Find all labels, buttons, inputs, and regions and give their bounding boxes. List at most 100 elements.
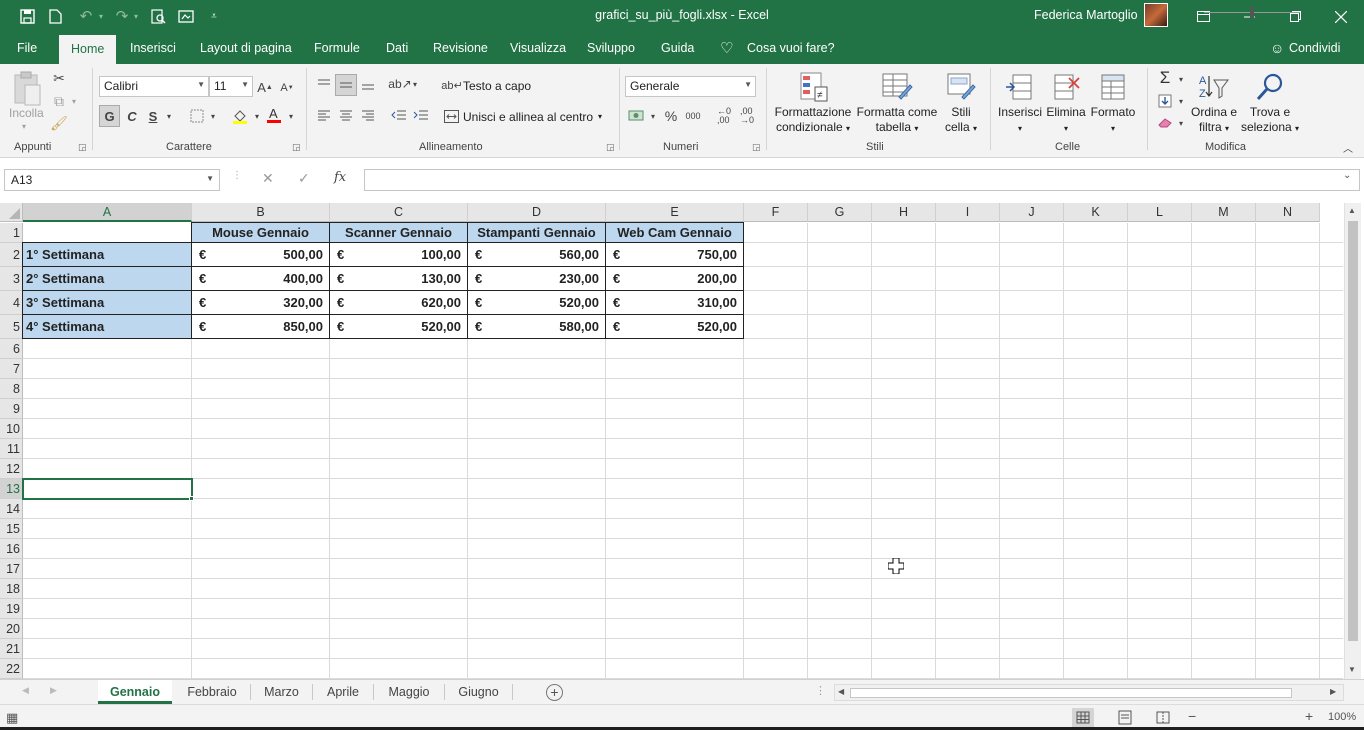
tab-splitter-icon[interactable]: ⋮ <box>815 684 826 697</box>
row-header-1[interactable]: 1 <box>0 223 23 243</box>
merge-dropdown-icon[interactable]: ▾ <box>598 112 602 121</box>
value-cell[interactable]: €560,00 <box>467 242 606 267</box>
wrap-text-button[interactable]: Testo a capo <box>463 79 531 93</box>
autosum-icon[interactable]: Σ <box>1155 68 1175 88</box>
accounting-dropdown-icon[interactable]: ▾ <box>648 106 658 126</box>
font-size-combo[interactable]: 11 ▼ <box>209 76 253 97</box>
week-label-cell[interactable]: 2° Settimana <box>22 266 192 291</box>
format-as-table-icon[interactable] <box>880 70 914 104</box>
zoom-in-button[interactable]: + <box>1305 708 1313 724</box>
insert-cells-icon[interactable] <box>1004 70 1034 104</box>
number-format-combo[interactable]: Generale ▼ <box>625 76 756 97</box>
paste-icon[interactable] <box>10 70 44 108</box>
row-header-14[interactable]: 14 <box>0 499 23 519</box>
decrease-decimal-icon[interactable]: ,00 →0 <box>736 106 758 126</box>
decrease-font-icon[interactable]: A ▼ <box>280 80 294 96</box>
row-header-4[interactable]: 4 <box>0 291 23 315</box>
row-header-10[interactable]: 10 <box>0 419 23 439</box>
more-options-icon[interactable]: ⋮ <box>232 170 242 181</box>
row-header-11[interactable]: 11 <box>0 439 23 459</box>
tab-developer[interactable]: Sviluppo <box>587 33 635 64</box>
sheet-tab-gennaio[interactable]: Gennaio <box>98 680 172 704</box>
row-header-2[interactable]: 2 <box>0 243 23 267</box>
sheet-tab-febbraio[interactable]: Febbraio <box>174 680 250 704</box>
column-header-a[interactable]: A <box>23 203 192 222</box>
format-cells-icon[interactable] <box>1098 70 1128 104</box>
cell-styles-button[interactable]: Stili cella ▾ <box>940 105 982 136</box>
wrap-text-icon[interactable]: ab↵ <box>441 77 462 93</box>
find-select-icon[interactable] <box>1254 70 1286 104</box>
vertical-scroll-thumb[interactable] <box>1348 221 1358 641</box>
value-cell[interactable]: €320,00 <box>191 290 330 315</box>
vertical-scrollbar[interactable]: ▲ ▼ <box>1344 203 1361 679</box>
row-header-7[interactable]: 7 <box>0 359 23 379</box>
conditional-formatting-icon[interactable]: ≠ <box>798 70 830 104</box>
value-cell[interactable]: €520,00 <box>605 314 744 339</box>
column-header-f[interactable]: F <box>744 203 808 222</box>
value-cell[interactable]: €230,00 <box>467 266 606 291</box>
delete-cells-button[interactable]: Elimina ▾ <box>1044 105 1088 136</box>
column-header-l[interactable]: L <box>1128 203 1192 222</box>
align-center-icon[interactable] <box>336 106 356 126</box>
value-cell[interactable]: €500,00 <box>191 242 330 267</box>
column-header-c[interactable]: C <box>330 203 468 222</box>
paste-button[interactable]: Incolla <box>9 106 44 120</box>
row-header-19[interactable]: 19 <box>0 599 23 619</box>
scroll-left-icon[interactable]: ◀ <box>838 687 844 696</box>
merge-center-button[interactable]: Unisci e allinea al centro <box>463 110 593 124</box>
sort-filter-button[interactable]: Ordina e filtra ▾ <box>1188 105 1240 136</box>
table-header-cell[interactable]: Stampanti Gennaio <box>467 222 606 243</box>
column-header-j[interactable]: J <box>1000 203 1064 222</box>
font-name-combo[interactable]: Calibri ▼ <box>99 76 209 97</box>
tab-review[interactable]: Revisione <box>433 33 488 64</box>
avatar[interactable] <box>1144 3 1168 27</box>
merge-center-icon[interactable] <box>443 108 459 124</box>
align-left-icon[interactable] <box>314 106 334 126</box>
column-header-i[interactable]: I <box>936 203 1000 222</box>
tell-me-search[interactable]: Cosa vuoi fare? <box>747 33 835 64</box>
column-header-h[interactable]: H <box>872 203 936 222</box>
row-header-3[interactable]: 3 <box>0 267 23 291</box>
share-button[interactable]: Condividi <box>1289 33 1340 64</box>
horizontal-scrollbar[interactable]: ◀ ▶ <box>834 684 1344 701</box>
increase-decimal-icon[interactable]: ←0,00 <box>713 106 735 126</box>
value-cell[interactable]: €520,00 <box>329 314 468 339</box>
tab-help[interactable]: Guida <box>661 33 694 64</box>
row-header-5[interactable]: 5 <box>0 315 23 339</box>
insert-cells-button[interactable]: Inserisci ▾ <box>996 105 1044 136</box>
week-label-cell[interactable]: 3° Settimana <box>22 290 192 315</box>
fill-color-icon[interactable] <box>230 106 250 126</box>
zoom-out-button[interactable]: − <box>1188 708 1196 724</box>
value-cell[interactable]: €130,00 <box>329 266 468 291</box>
value-cell[interactable]: €100,00 <box>329 242 468 267</box>
row-header-15[interactable]: 15 <box>0 519 23 539</box>
table-header-cell[interactable]: Mouse Gennaio <box>191 222 330 243</box>
tab-file[interactable]: File <box>17 33 37 64</box>
find-select-button[interactable]: Trova e seleziona ▾ <box>1240 105 1300 136</box>
row-header-18[interactable]: 18 <box>0 579 23 599</box>
cut-icon[interactable]: ✂ <box>50 70 68 86</box>
scroll-down-icon[interactable]: ▼ <box>1348 665 1356 674</box>
horizontal-scroll-thumb[interactable] <box>850 688 1292 698</box>
collapse-ribbon-icon[interactable]: ︿ <box>1340 140 1356 155</box>
cancel-entry-icon[interactable]: ✕ <box>262 170 274 187</box>
accounting-format-icon[interactable] <box>627 106 647 126</box>
delete-cells-icon[interactable] <box>1052 70 1082 104</box>
thousands-separator-button[interactable]: 000 <box>683 106 703 126</box>
week-label-cell[interactable]: 4° Settimana <box>22 314 192 339</box>
add-sheet-button[interactable]: + <box>546 684 563 701</box>
ribbon-display-options-icon[interactable] <box>1180 0 1226 33</box>
fill-color-dropdown-icon[interactable]: ▾ <box>251 106 263 126</box>
value-cell[interactable]: €520,00 <box>467 290 606 315</box>
tab-insert[interactable]: Inserisci <box>130 33 176 64</box>
format-painter-icon[interactable]: 🖌 <box>50 115 68 131</box>
prev-sheet-icon[interactable]: ◀ <box>22 685 29 696</box>
font-color-dropdown-icon[interactable]: ▾ <box>285 106 297 126</box>
fill-dropdown-icon[interactable]: ▾ <box>1176 92 1186 110</box>
value-cell[interactable]: €200,00 <box>605 266 744 291</box>
italic-button[interactable]: C <box>124 106 140 126</box>
select-all-corner[interactable] <box>0 203 23 222</box>
column-header-g[interactable]: G <box>808 203 872 222</box>
fill-icon[interactable] <box>1156 92 1174 110</box>
next-sheet-icon[interactable]: ▶ <box>50 685 57 696</box>
